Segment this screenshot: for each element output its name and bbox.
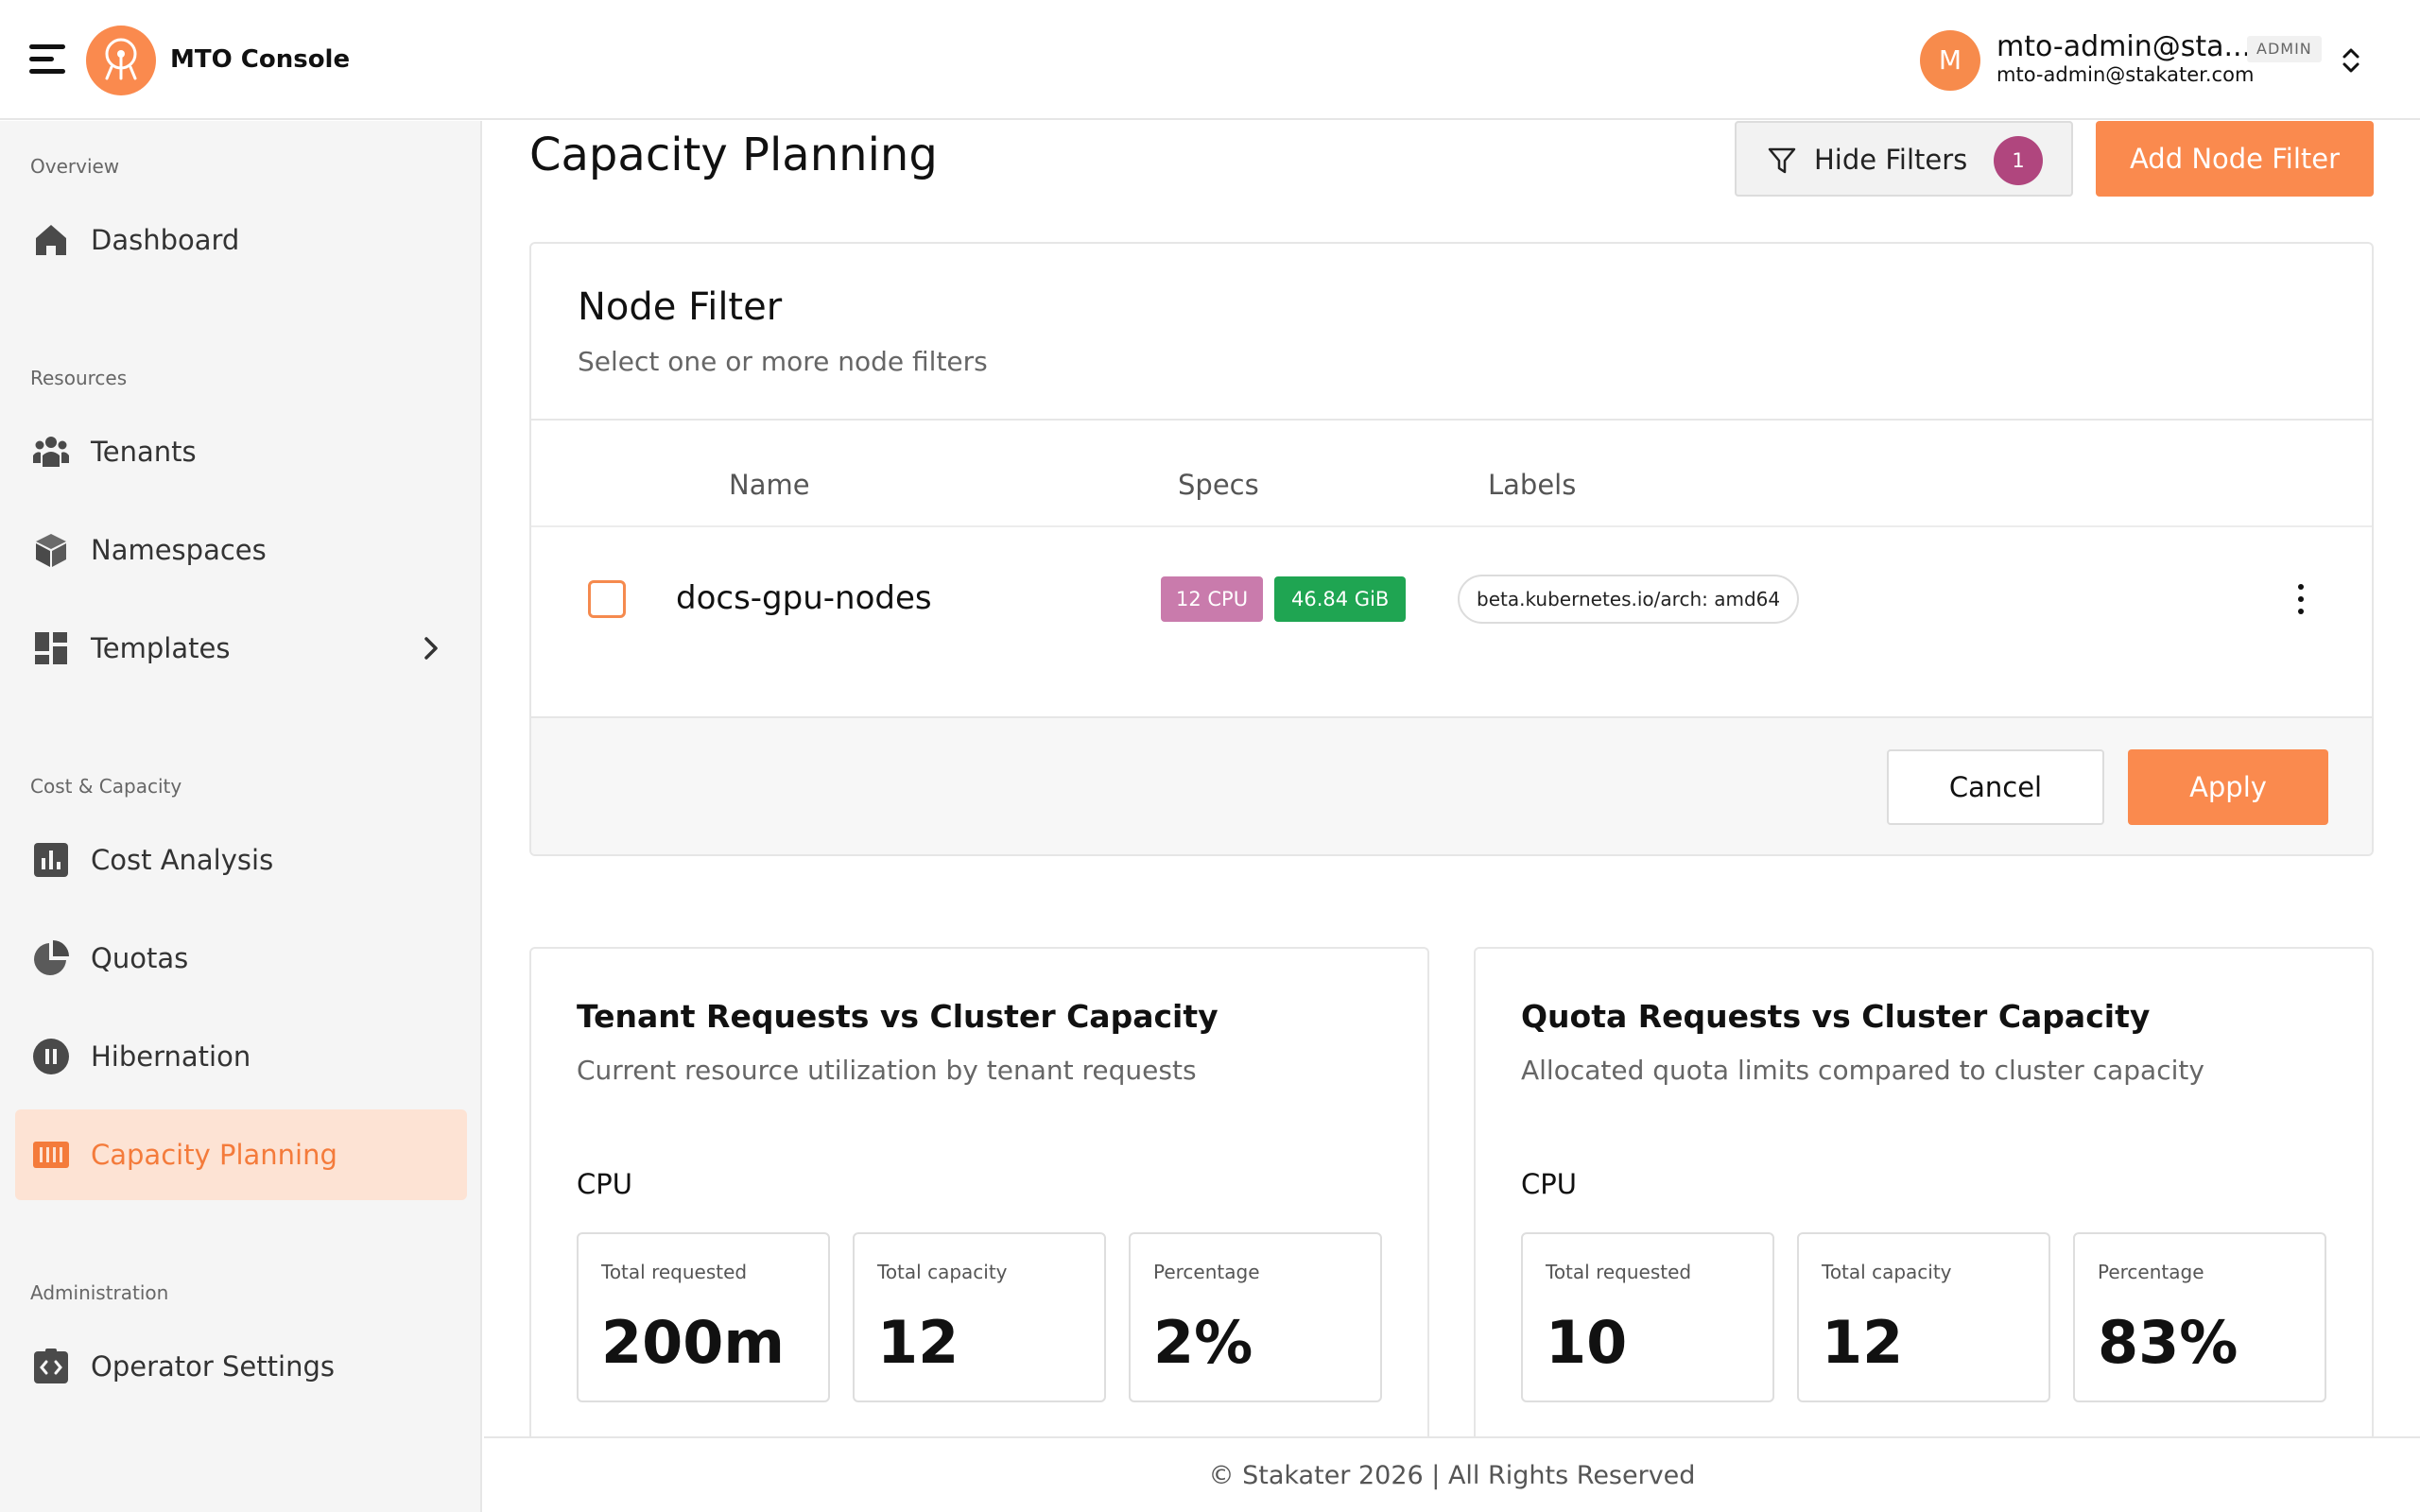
metric-label: CPU: [577, 1168, 632, 1200]
stat-label: Total requested: [1546, 1261, 1692, 1283]
stat-value: 12: [1822, 1308, 1904, 1377]
row-checkbox[interactable]: [588, 580, 626, 618]
sidebar-item-dashboard[interactable]: Dashboard: [15, 195, 467, 285]
logo-icon: [86, 26, 156, 95]
app-title: MTO Console: [170, 45, 351, 74]
users-group-icon: [33, 437, 69, 467]
column-header-labels: Labels: [1488, 469, 1577, 501]
node-filter-footer: Cancel Apply: [531, 716, 2372, 854]
page-title: Capacity Planning: [529, 129, 938, 181]
sidebar: Overview Dashboard Resources Tenants Nam…: [0, 121, 482, 1512]
filter-count-badge: 1: [1994, 136, 2043, 185]
memory-spec-chip: 46.84 GiB: [1274, 576, 1407, 622]
hide-filters-label: Hide Filters: [1814, 144, 1968, 176]
sidebar-item-namespaces[interactable]: Namespaces: [15, 505, 467, 595]
cpu-spec-chip: 12 CPU: [1161, 576, 1264, 622]
dashboard-grid-icon: [35, 632, 67, 664]
menu-icon[interactable]: [29, 42, 65, 76]
stat-total-capacity: Total capacity 12: [853, 1232, 1106, 1402]
sidebar-item-label: Cost Analysis: [91, 844, 274, 876]
pie-chart-icon: [34, 940, 69, 975]
stat-percentage: Percentage 83%: [2073, 1232, 2326, 1402]
stat-label: Total capacity: [877, 1261, 1008, 1283]
stat-value: 10: [1546, 1308, 1628, 1377]
pause-icon: [33, 1039, 69, 1074]
stat-label: Total requested: [601, 1261, 748, 1283]
sidebar-item-capacity-planning[interactable]: Capacity Planning: [15, 1109, 467, 1200]
page-footer: © Stakater 2026 | All Rights Reserved: [484, 1436, 2420, 1512]
chevron-right-icon: [424, 637, 438, 660]
sidebar-item-label: Templates: [91, 632, 231, 664]
sidebar-item-hibernation[interactable]: Hibernation: [15, 1011, 467, 1102]
sidebar-item-label: Tenants: [91, 436, 197, 468]
sidebar-item-quotas[interactable]: Quotas: [15, 913, 467, 1004]
column-header-name: Name: [729, 469, 810, 501]
cancel-button[interactable]: Cancel: [1887, 749, 2104, 825]
section-title-administration: Administration: [30, 1281, 169, 1304]
stat-label: Percentage: [2098, 1261, 2204, 1283]
user-name: mto-admin@sta...: [1996, 30, 2252, 63]
stat-value: 2%: [1153, 1308, 1253, 1377]
more-vertical-icon[interactable]: [2290, 580, 2312, 618]
chevron-up-down-icon[interactable]: [2339, 45, 2363, 76]
node-filter-card: Node Filter Select one or more node filt…: [529, 242, 2374, 856]
bar-chart-icon: [34, 843, 68, 877]
card-subtitle: Current resource utilization by tenant r…: [577, 1055, 1197, 1086]
quota-requests-card: Quota Requests vs Cluster Capacity Alloc…: [1474, 947, 2374, 1476]
divider: [531, 525, 2372, 527]
top-header: MTO Console M mto-admin@sta... mto-admin…: [0, 0, 2420, 120]
metric-label: CPU: [1521, 1168, 1577, 1200]
card-subtitle: Allocated quota limits compared to clust…: [1521, 1055, 2204, 1086]
section-title-cost-capacity: Cost & Capacity: [30, 775, 182, 798]
stat-label: Percentage: [1153, 1261, 1260, 1283]
sidebar-item-label: Capacity Planning: [91, 1139, 337, 1171]
cube-icon: [36, 534, 66, 567]
stat-value: 12: [877, 1308, 959, 1377]
sidebar-item-label: Operator Settings: [91, 1350, 335, 1383]
user-email: mto-admin@stakater.com: [1996, 63, 2255, 86]
sidebar-item-label: Hibernation: [91, 1040, 251, 1073]
stat-value: 83%: [2098, 1308, 2238, 1377]
tenant-requests-card: Tenant Requests vs Cluster Capacity Curr…: [529, 947, 1429, 1476]
sidebar-item-label: Quotas: [91, 942, 189, 974]
card-title: Quota Requests vs Cluster Capacity: [1521, 998, 2151, 1035]
node-filter-subtitle: Select one or more node filters: [578, 346, 988, 377]
capacity-bars-icon: [33, 1142, 69, 1168]
home-icon: [36, 225, 66, 255]
stat-total-requested: Total requested 10: [1521, 1232, 1774, 1402]
stat-total-capacity: Total capacity 12: [1797, 1232, 2050, 1402]
apply-button[interactable]: Apply: [2128, 749, 2328, 825]
sidebar-item-cost-analysis[interactable]: Cost Analysis: [15, 815, 467, 905]
sidebar-item-label: Namespaces: [91, 534, 267, 566]
sidebar-item-label: Dashboard: [91, 224, 240, 256]
avatar[interactable]: M: [1920, 30, 1980, 91]
stat-label: Total capacity: [1822, 1261, 1952, 1283]
sidebar-item-tenants[interactable]: Tenants: [15, 406, 467, 497]
hide-filters-button[interactable]: Hide Filters 1: [1735, 121, 2073, 197]
card-title: Tenant Requests vs Cluster Capacity: [577, 998, 1219, 1035]
section-title-overview: Overview: [30, 155, 120, 178]
label-chip: beta.kubernetes.io/arch: amd64: [1458, 575, 1800, 624]
stat-value: 200m: [601, 1308, 786, 1377]
stat-percentage: Percentage 2%: [1129, 1232, 1382, 1402]
code-settings-icon: [34, 1349, 68, 1383]
node-filter-name: docs-gpu-nodes: [676, 579, 932, 617]
role-badge: ADMIN: [2247, 36, 2322, 62]
stat-total-requested: Total requested 200m: [577, 1232, 830, 1402]
divider: [531, 419, 2372, 421]
sidebar-item-operator-settings[interactable]: Operator Settings: [15, 1321, 467, 1412]
node-filter-title: Node Filter: [578, 285, 783, 329]
filter-icon: [1768, 147, 1796, 174]
sidebar-item-templates[interactable]: Templates: [15, 603, 467, 694]
add-node-filter-button[interactable]: Add Node Filter: [2096, 121, 2374, 197]
section-title-resources: Resources: [30, 367, 128, 389]
column-header-specs: Specs: [1178, 469, 1259, 501]
